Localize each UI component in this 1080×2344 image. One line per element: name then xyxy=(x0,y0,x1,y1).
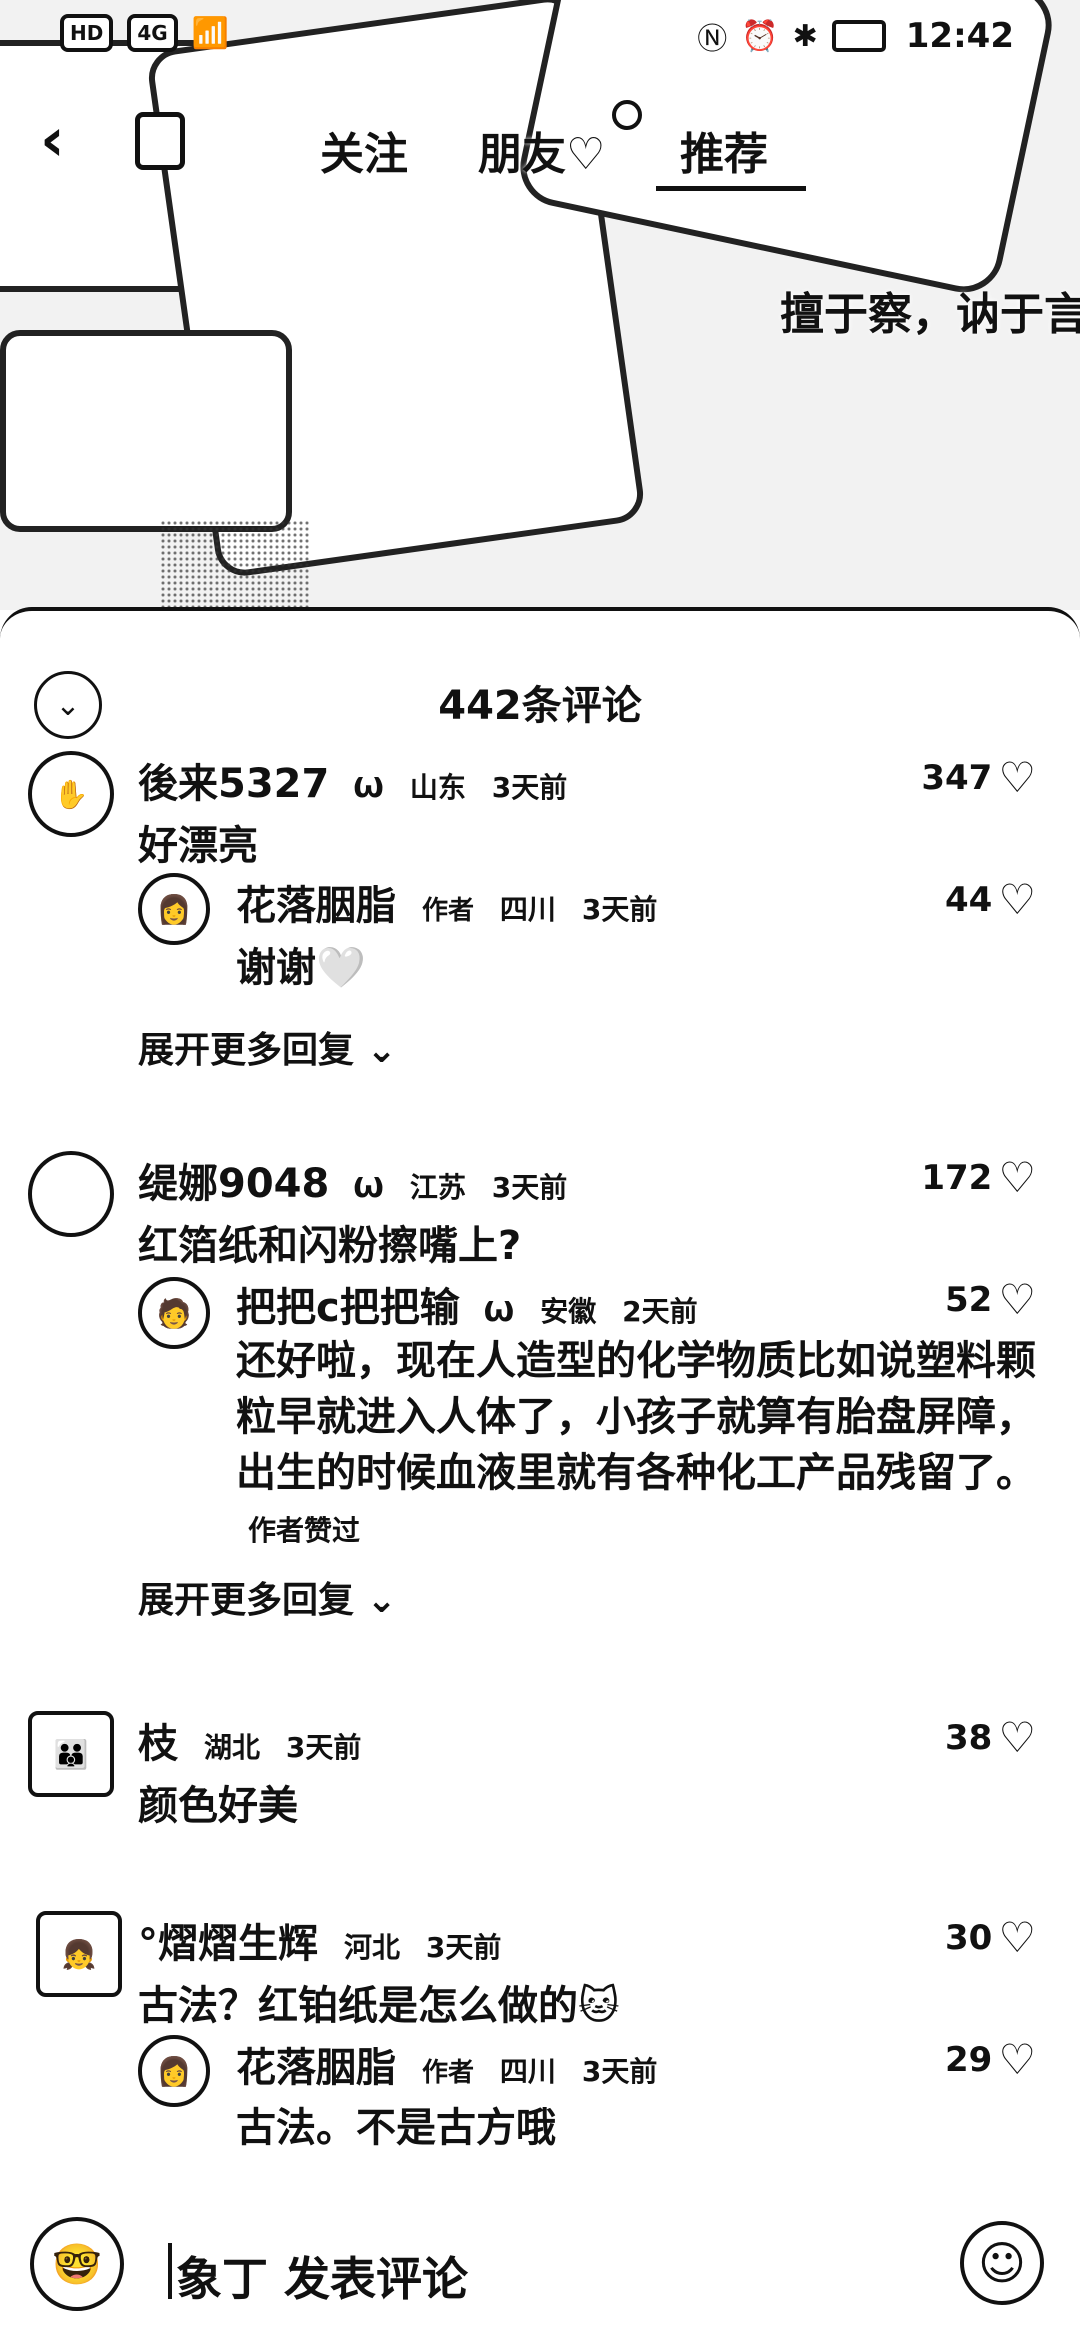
comment-region: 四川 xyxy=(499,893,556,926)
nfc-icon: Ⓝ xyxy=(697,22,728,57)
like-count: 38 xyxy=(945,1718,993,1758)
smile-icon[interactable]: ☺ xyxy=(960,2221,1044,2305)
like-count: 29 xyxy=(945,2040,993,2080)
video-caption: 擅于察，讷于言 xyxy=(780,289,1080,340)
author-liked-label: 作者赞过 xyxy=(248,1514,361,1547)
notification-dot xyxy=(612,100,642,130)
text-cursor xyxy=(168,2243,172,2299)
reply-text: 古法。不是古方哦 xyxy=(236,2105,556,2151)
comment-time: 3天前 xyxy=(285,1731,362,1764)
like-count: 30 xyxy=(945,1918,993,1958)
expand-replies-link[interactable]: 展开更多回复 ⌄ xyxy=(138,1021,397,1073)
avatar[interactable]: 👩 xyxy=(138,873,210,945)
tab-follow[interactable]: 关注 xyxy=(320,118,408,182)
tab-friends[interactable]: 朋友♡ xyxy=(478,118,605,182)
username[interactable]: 把把c把把输 xyxy=(236,1285,460,1331)
username[interactable]: 枝 xyxy=(138,1721,178,1767)
comment-text: 古法？红铂纸是怎么做的🐱 xyxy=(138,1983,620,2029)
clock: 12:42 xyxy=(899,16,1020,56)
comment-text: 好漂亮 xyxy=(138,823,258,869)
verified-icon: Ѡ xyxy=(483,1295,515,1328)
avatar[interactable]: 👧 xyxy=(36,1911,122,1997)
like-count: 52 xyxy=(945,1280,993,1320)
author-tag: 作者 xyxy=(421,2058,474,2088)
reply-text: 谢谢🤍 xyxy=(236,945,366,991)
comment-time: 3天前 xyxy=(491,771,568,804)
username[interactable]: 缇娜9048 xyxy=(138,1161,329,1207)
username[interactable]: °熠熠生辉 xyxy=(138,1921,318,1967)
heart-outline-icon: ♡ xyxy=(998,1713,1036,1762)
video-detail xyxy=(160,520,310,610)
alarm-icon: ⏰ xyxy=(741,18,779,54)
like-button[interactable]: 347 ♡ xyxy=(921,757,1036,799)
like-count: 347 xyxy=(921,758,993,798)
like-button[interactable]: 52 ♡ xyxy=(945,1279,1036,1321)
comment-region: 安徽 xyxy=(540,1295,597,1328)
status-bar: HD 4G 📶 Ⓝ ⏰ ✱ 12:42 xyxy=(0,0,1080,80)
avatar[interactable]: 🧑 xyxy=(138,1277,210,1349)
wifi-icon: 📶 xyxy=(191,15,230,51)
reply-text: 还好啦，现在人造型的化学物质比如说塑料颗粒早就进入人体了，小孩子就算有胎盘屏障，… xyxy=(236,1338,1036,1496)
username[interactable]: 花落胭脂 xyxy=(236,883,396,929)
comment-time: 3天前 xyxy=(491,1171,568,1204)
network-indicator: 4G xyxy=(127,14,178,52)
username[interactable]: 花落胭脂 xyxy=(236,2045,396,2091)
comment-time: 3天前 xyxy=(425,1931,502,1964)
video-player[interactable]: HD 4G 📶 Ⓝ ⏰ ✱ 12:42 ‹ 关注 朋友♡ 推荐 擅于察，讷于言 xyxy=(0,0,1080,610)
video-tile xyxy=(0,330,292,532)
comment-input-bar: 🤓 象丁 发表评论 ☺ xyxy=(0,2205,1080,2340)
active-tab-indicator xyxy=(656,186,806,191)
comment-text: 红箔纸和闪粉擦嘴上? xyxy=(138,1223,522,1269)
verified-icon: Ѡ xyxy=(353,1171,384,1204)
like-button[interactable]: 172 ♡ xyxy=(921,1157,1036,1199)
heart-outline-icon: ♡ xyxy=(998,875,1036,924)
my-avatar[interactable]: 🤓 xyxy=(30,2217,124,2311)
top-nav: ‹ 关注 朋友♡ 推荐 xyxy=(0,100,1080,191)
username[interactable]: 後来5327 xyxy=(138,761,329,807)
heart-outline-icon: ♡ xyxy=(998,1913,1036,1962)
hd-badge: HD xyxy=(60,14,114,52)
comment-time: 2天前 xyxy=(622,1295,698,1328)
comment-region: 湖北 xyxy=(203,1731,260,1764)
comment-input[interactable]: 象丁 发表评论 xyxy=(176,2243,468,2309)
device-icon[interactable] xyxy=(135,112,185,170)
verified-icon: Ѡ xyxy=(353,771,384,804)
avatar[interactable]: 👩 xyxy=(138,2035,210,2107)
author-tag: 作者 xyxy=(421,896,474,926)
like-button[interactable]: 44 ♡ xyxy=(945,879,1036,921)
chevron-left-icon[interactable]: ‹ xyxy=(40,110,65,170)
like-button[interactable]: 38 ♡ xyxy=(945,1717,1036,1759)
heart-outline-icon: ♡ xyxy=(998,1153,1036,1202)
comment-region: 四川 xyxy=(499,2055,556,2088)
heart-outline-icon: ♡ xyxy=(998,2035,1036,2084)
like-button[interactable]: 29 ♡ xyxy=(945,2039,1036,2081)
comment-time: 3天前 xyxy=(581,2055,658,2088)
bluetooth-icon: ✱ xyxy=(792,18,818,54)
expand-replies-link[interactable]: 展开更多回复 ⌄ xyxy=(138,1571,397,1623)
comment-sheet: ⌄ 442条评论 ✋ 後来5327 Ѡ 山东 3天前 好漂亮 347 ♡ 👩 花… xyxy=(0,607,1080,2344)
comment-time: 3天前 xyxy=(581,893,658,926)
like-button[interactable]: 30 ♡ xyxy=(945,1917,1036,1959)
like-count: 44 xyxy=(945,880,993,920)
avatar[interactable]: ✋ xyxy=(28,751,114,837)
battery-icon xyxy=(831,20,886,52)
tab-recommend[interactable]: 推荐 xyxy=(680,118,768,182)
avatar[interactable]: 👪 xyxy=(28,1711,114,1797)
like-count: 172 xyxy=(921,1158,993,1198)
avatar[interactable] xyxy=(28,1151,114,1237)
comment-text: 颜色好美 xyxy=(138,1783,298,1829)
heart-outline-icon: ♡ xyxy=(998,753,1036,802)
comment-region: 河北 xyxy=(343,1931,400,1964)
comment-region: 江苏 xyxy=(409,1171,466,1204)
comment-region: 山东 xyxy=(409,771,466,804)
comment-count-title: 442条评论 xyxy=(438,683,642,729)
heart-outline-icon: ♡ xyxy=(998,1275,1036,1324)
